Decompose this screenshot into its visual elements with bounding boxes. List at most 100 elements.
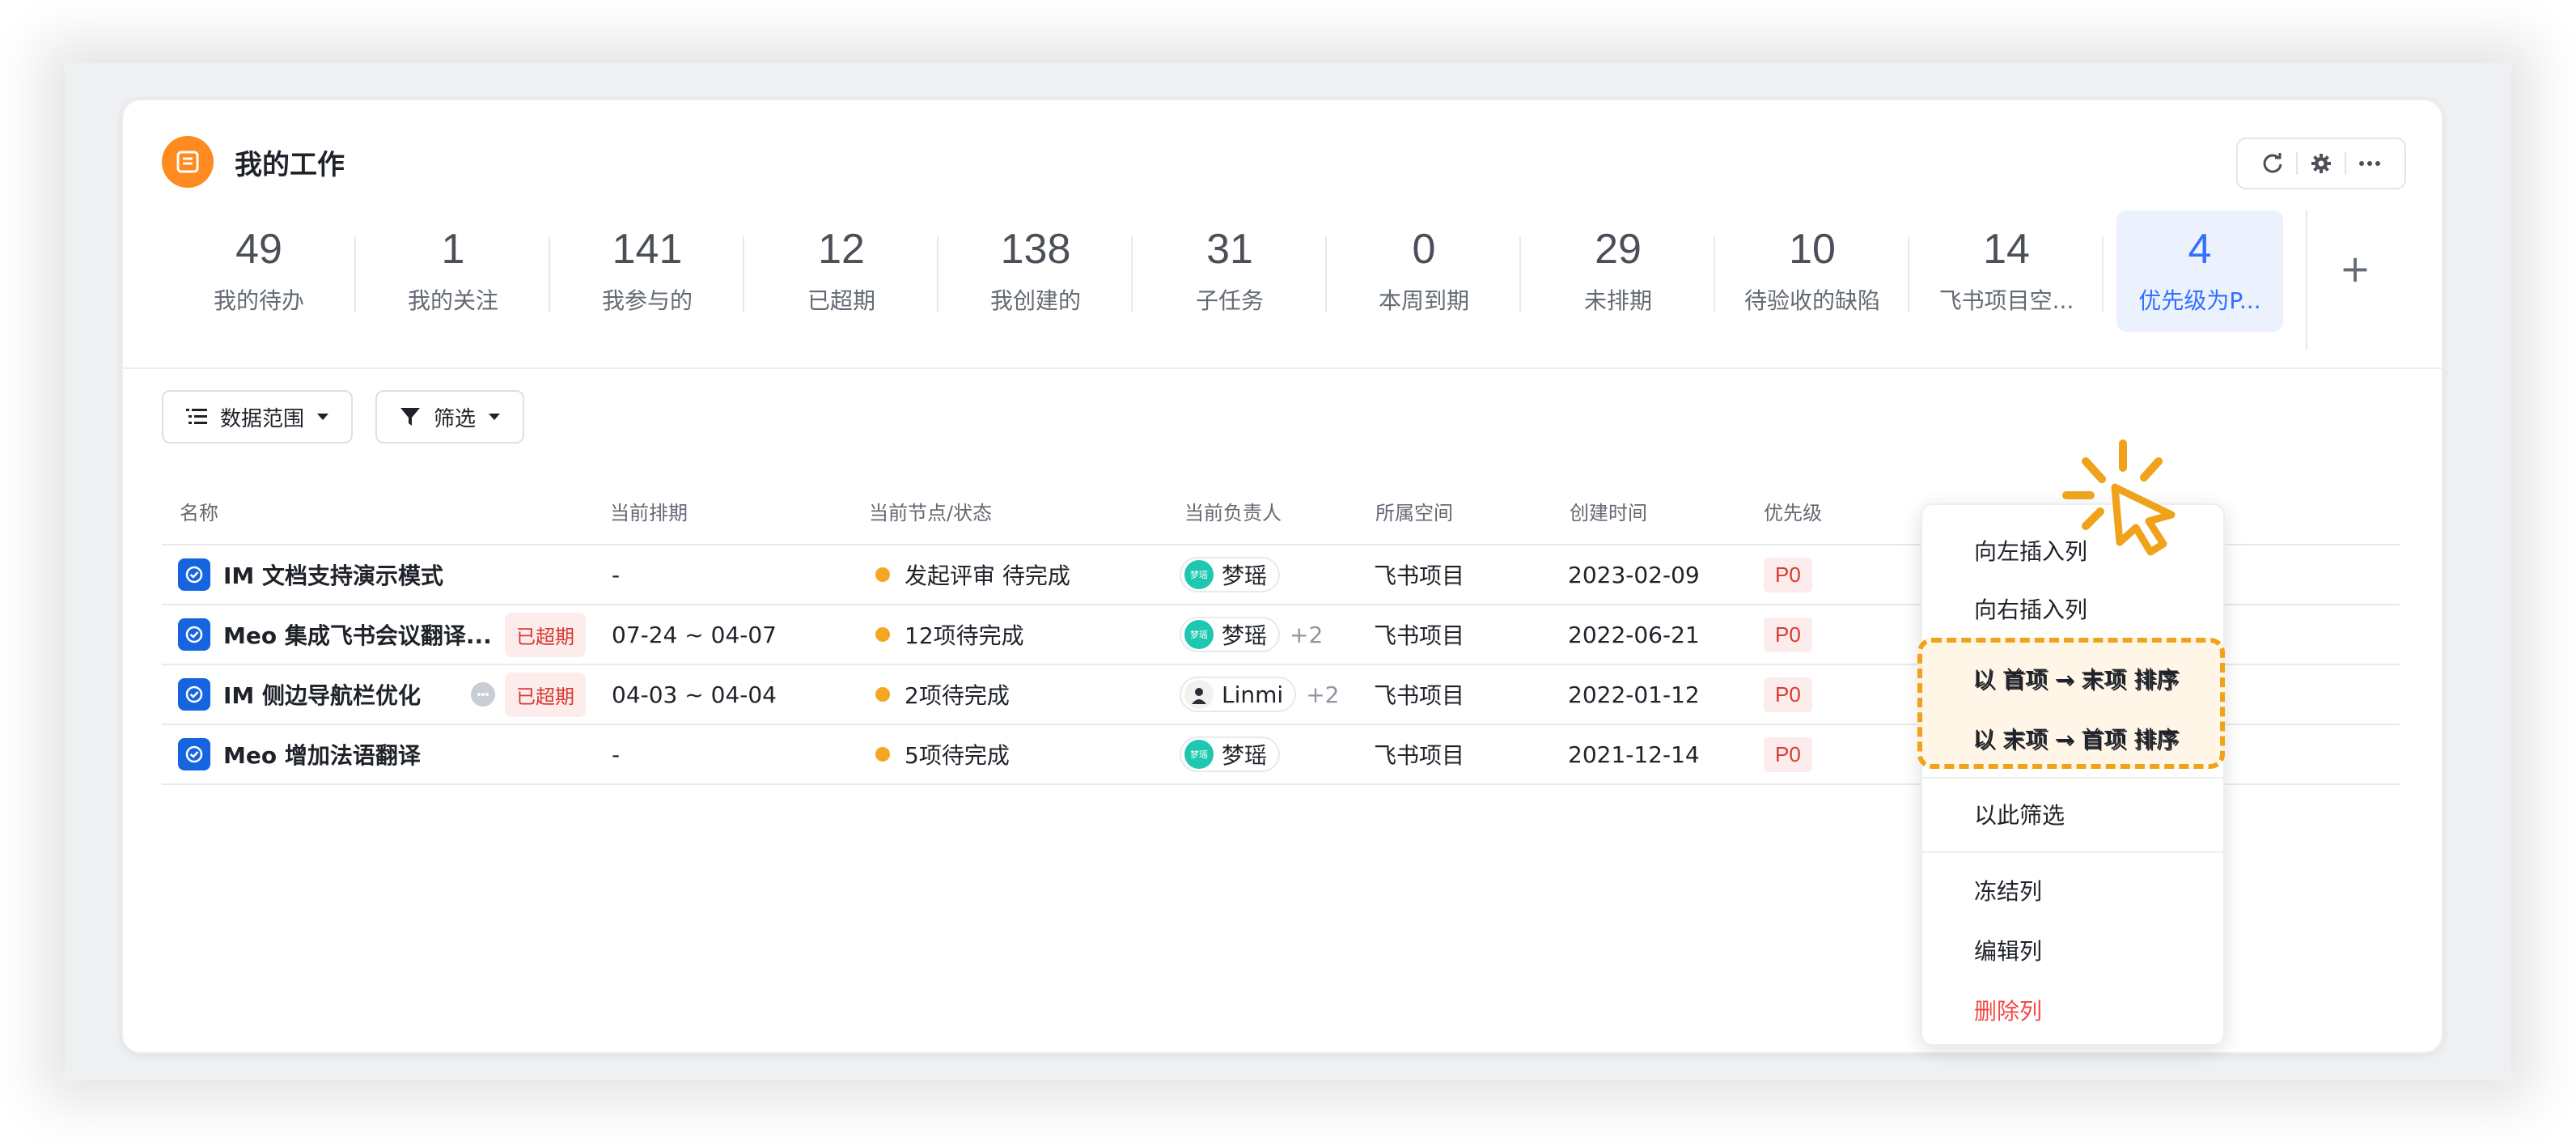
extra-owners-count[interactable]: +2: [1290, 622, 1323, 648]
menu-item-sort-desc-overlay[interactable]: 以 末项 → 首项 排序: [1972, 722, 2179, 754]
menu-item-filter-by[interactable]: 以此筛选: [1974, 798, 2065, 830]
name-cell: Meo 增加法语翻译: [178, 725, 421, 783]
filter-bar: 数据范围 筛选: [162, 390, 525, 444]
filter-button[interactable]: 筛选: [375, 390, 525, 444]
owner-cell: 梦瑶 梦瑶: [1180, 545, 1281, 604]
item-name[interactable]: IM 文档支持演示模式: [223, 558, 443, 591]
column-header-schedule[interactable]: 当前排期: [610, 497, 688, 525]
item-name[interactable]: IM 侧边导航栏优化: [223, 678, 421, 711]
stat-subtasks[interactable]: 31 子任务: [1133, 210, 1327, 332]
task-check-icon: [178, 558, 210, 591]
column-header-priority[interactable]: 优先级: [1764, 497, 1822, 525]
more-icon[interactable]: [2346, 144, 2393, 183]
space-cell: 飞书项目: [1374, 562, 1465, 589]
filter-label: 筛选: [434, 406, 477, 431]
owner-chip[interactable]: Linmi: [1180, 677, 1297, 712]
column-header-owner[interactable]: 当前负责人: [1184, 497, 1282, 525]
header-toolbar: [2236, 138, 2406, 189]
status-dot: [875, 687, 890, 702]
status-text: 发起评审 待完成: [905, 562, 1070, 589]
created-cell: 2023-02-09: [1568, 561, 1700, 588]
avatar: 梦瑶: [1184, 620, 1214, 649]
schedule-cell: -: [612, 741, 621, 768]
stat-created[interactable]: 138 我创建的: [938, 210, 1133, 332]
chat-icon[interactable]: [471, 682, 495, 707]
space-cell: 飞书项目: [1374, 682, 1465, 709]
space-cell: 飞书项目: [1374, 742, 1465, 769]
filter-icon: [400, 408, 421, 426]
stat-count: 4: [2188, 226, 2212, 274]
column-header-name[interactable]: 名称: [180, 497, 218, 525]
created-cell: 2022-01-12: [1568, 681, 1700, 708]
card-header: 我的工作: [162, 136, 345, 188]
stat-count: 138: [1000, 226, 1071, 274]
column-header-space[interactable]: 所属空间: [1375, 497, 1453, 525]
stat-label: 优先级为P...: [2138, 286, 2261, 314]
stat-following[interactable]: 1 我的关注: [356, 210, 550, 332]
owner-chip[interactable]: 梦瑶 梦瑶: [1180, 557, 1281, 592]
menu-divider: [1922, 777, 2223, 779]
data-scope-button[interactable]: 数据范围: [162, 390, 354, 444]
stat-bugs-pending[interactable]: 10 待验收的缺陷: [1715, 210, 1909, 332]
refresh-icon[interactable]: [2249, 144, 2296, 183]
stat-count: 29: [1595, 226, 1642, 274]
stat-unscheduled[interactable]: 29 未排期: [1521, 210, 1715, 332]
task-check-icon: [178, 618, 210, 651]
stat-priority-p[interactable]: 4 优先级为P...: [2116, 210, 2283, 332]
avatar: 梦瑶: [1184, 740, 1214, 769]
owner-chip[interactable]: 梦瑶 梦瑶: [1180, 617, 1281, 652]
name-cell: IM 文档支持演示模式: [178, 545, 443, 604]
item-name[interactable]: Meo 集成飞书会议翻译...: [223, 618, 492, 651]
add-stat-button[interactable]: +: [2306, 210, 2403, 350]
cursor-click-icon: [2062, 439, 2176, 556]
stat-label: 未排期: [1583, 286, 1652, 314]
task-check-icon: [178, 738, 210, 770]
owner-name: 梦瑶: [1222, 742, 1268, 769]
stat-project-space[interactable]: 14 飞书项目空...: [1909, 210, 2104, 332]
chevron-down-icon: [317, 414, 329, 420]
stat-count: 14: [1983, 226, 2030, 274]
menu-item-insert-right[interactable]: 向右插入列: [1974, 592, 2087, 625]
owner-cell: 梦瑶 梦瑶: [1180, 725, 1281, 783]
owner-name: 梦瑶: [1222, 562, 1268, 589]
owner-chip[interactable]: 梦瑶 梦瑶: [1180, 736, 1281, 772]
plus-icon: +: [2339, 247, 2371, 291]
status-text: 12项待完成: [905, 622, 1024, 649]
priority-cell: P0: [1764, 545, 1812, 604]
created-cell: 2022-06-21: [1568, 621, 1700, 648]
stat-overdue[interactable]: 12 已超期: [744, 210, 938, 332]
menu-item-edit[interactable]: 编辑列: [1974, 934, 2042, 966]
priority-badge: P0: [1764, 677, 1812, 712]
stat-label: 我的待办: [213, 286, 304, 314]
stat-count: 1: [441, 226, 465, 274]
priority-cell: P0: [1764, 665, 1812, 724]
gear-icon[interactable]: [2298, 144, 2345, 183]
column-header-created[interactable]: 创建时间: [1570, 497, 1647, 525]
column-header-status[interactable]: 当前节点/状态: [869, 497, 992, 525]
column-context-menu: 向左插入列 向右插入列 以 首项 → 末项 排序 以 末项 → 首项 排序 以此…: [1921, 503, 2225, 1046]
schedule-cell: 04-03 ~ 04-04: [612, 681, 777, 708]
name-cell: Meo 集成飞书会议翻译...: [178, 605, 492, 664]
avatar: [1184, 680, 1214, 709]
stats-bar: 49 我的待办 1 我的关注 141 我参与的 12 已超期 138 我创建的 31 子任务…: [162, 210, 2283, 332]
list-icon: [162, 136, 214, 188]
item-name[interactable]: Meo 增加法语翻译: [223, 738, 421, 770]
stat-label: 我的关注: [407, 286, 498, 314]
menu-item-delete[interactable]: 删除列: [1974, 994, 2042, 1026]
stat-label: 我创建的: [989, 286, 1081, 314]
status-text: 5项待完成: [905, 742, 1010, 769]
stat-count: 12: [818, 226, 865, 274]
stat-count: 0: [1412, 226, 1436, 274]
task-check-icon: [178, 678, 210, 711]
owner-cell: Linmi +2: [1180, 665, 1339, 724]
stat-participated[interactable]: 141 我参与的: [550, 210, 744, 332]
stat-todo[interactable]: 49 我的待办: [162, 210, 356, 332]
avatar: 梦瑶: [1184, 560, 1214, 589]
menu-item-freeze[interactable]: 冻结列: [1974, 874, 2042, 906]
menu-item-sort-asc-overlay[interactable]: 以 首项 → 末项 排序: [1972, 662, 2179, 694]
extra-owners-count[interactable]: +2: [1306, 681, 1339, 708]
stat-due-this-week[interactable]: 0 本周到期: [1327, 210, 1521, 332]
menu-divider: [1922, 851, 2223, 853]
chevron-down-icon: [489, 414, 501, 420]
priority-badge: P0: [1764, 736, 1812, 772]
